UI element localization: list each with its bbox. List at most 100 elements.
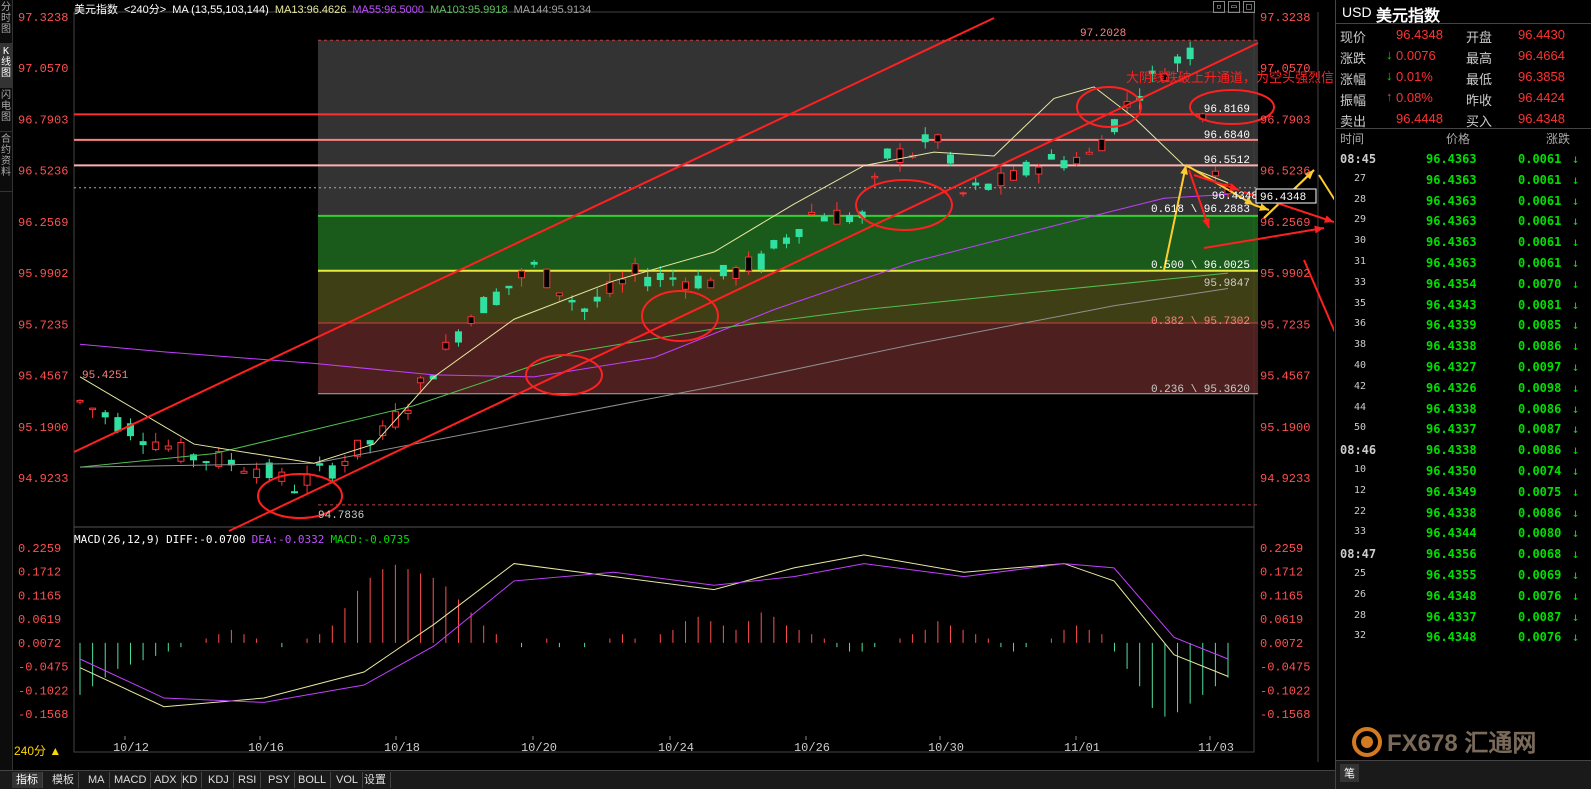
- macd-tick: -0.1568: [18, 708, 68, 722]
- candle-body: [101, 412, 109, 418]
- quote-header: USD 美元指数: [1336, 0, 1591, 25]
- tick-row[interactable]: 10 96.4350 0.0074 ↓: [1336, 462, 1591, 483]
- tab-macd[interactable]: MACD: [110, 772, 152, 788]
- minimize-icon[interactable]: ▫: [1213, 1, 1225, 13]
- tick-change: 0.0061: [1518, 256, 1562, 270]
- down-arrow-icon: ↓: [1572, 609, 1580, 624]
- tick-row[interactable]: 42 96.4326 0.0098 ↓: [1336, 379, 1591, 400]
- tick-row[interactable]: 28 96.4363 0.0061 ↓: [1336, 192, 1591, 213]
- tab-ma[interactable]: MA: [84, 772, 110, 788]
- price-tick: 95.7235: [1260, 318, 1310, 332]
- tick-row[interactable]: 40 96.4327 0.0097 ↓: [1336, 358, 1591, 379]
- maximize-icon[interactable]: □: [1243, 1, 1255, 13]
- price-tick: 97.3238: [1260, 11, 1310, 25]
- tick-row[interactable]: 08:45 96.4363 0.0061 ↓: [1336, 150, 1591, 171]
- candle-body: [505, 285, 513, 289]
- tick-change: 0.0086: [1518, 339, 1562, 354]
- tick-row[interactable]: 33 96.4344 0.0080 ↓: [1336, 524, 1591, 545]
- quote-label: 振幅: [1340, 93, 1367, 108]
- tick-price: 96.4348: [1426, 588, 1477, 603]
- tick-row[interactable]: 31 96.4363 0.0061 ↓: [1336, 254, 1591, 275]
- tab-indicator[interactable]: 指标: [12, 772, 43, 788]
- tick-price: 96.4348: [1426, 630, 1477, 645]
- tab-psy[interactable]: PSY: [264, 772, 296, 788]
- tick-time: 08:46: [1340, 443, 1377, 458]
- price-tick: 95.9902: [18, 267, 68, 281]
- tick-row[interactable]: 28 96.4337 0.0087 ↓: [1336, 608, 1591, 629]
- tick-row[interactable]: 44 96.4338 0.0086 ↓: [1336, 400, 1591, 421]
- price-tick: 95.4567: [18, 370, 68, 384]
- candle-body: [669, 277, 677, 280]
- tick-row[interactable]: 27 96.4363 0.0061 ↓: [1336, 171, 1591, 192]
- tick-row[interactable]: 29 96.4363 0.0061 ↓: [1336, 212, 1591, 233]
- tick-row[interactable]: 25 96.4355 0.0069 ↓: [1336, 566, 1591, 587]
- price-tick: 95.1900: [1260, 421, 1310, 435]
- tick-row[interactable]: 50 96.4337 0.0087 ↓: [1336, 420, 1591, 441]
- price-tick: 96.7903: [1260, 113, 1310, 127]
- tab-vol[interactable]: VOL: [332, 772, 364, 788]
- tick-time: 30: [1354, 235, 1367, 247]
- macd-label: MACD(26,12,9): [74, 533, 161, 546]
- candle-body: [656, 272, 664, 280]
- kline-chart[interactable]: 97.2028 94.7836 95.4251 96.4348 96.4348 96.81…: [14, 0, 1334, 762]
- tick-time: 12: [1354, 484, 1367, 496]
- tick-row[interactable]: 32 96.4348 0.0076 ↓: [1336, 628, 1591, 649]
- restore-icon[interactable]: ▭: [1228, 1, 1240, 13]
- tick-change: 0.0076: [1518, 588, 1562, 603]
- fib-level-label: 96.8169: [1204, 104, 1250, 116]
- macd-tick: -0.0475: [18, 661, 68, 675]
- candle-body: [76, 399, 84, 403]
- tick-row[interactable]: 08:47 96.4356 0.0068 ↓: [1336, 545, 1591, 566]
- tab-kdj[interactable]: KDJ: [204, 772, 234, 788]
- tab-template[interactable]: 模板: [48, 772, 79, 788]
- tick-time: 40: [1354, 360, 1367, 371]
- candle-body: [417, 377, 425, 384]
- macd-dea: DEA:-0.0332: [251, 533, 325, 546]
- tick-row[interactable]: 22 96.4338 0.0086 ↓: [1336, 504, 1591, 525]
- high-label: 97.2028: [1080, 28, 1126, 40]
- tick-price: 96.4338: [1426, 401, 1477, 416]
- candle-body: [820, 216, 828, 222]
- quote-value: 96.3858: [1518, 69, 1565, 84]
- tick-price: 96.4363: [1426, 256, 1477, 270]
- tab-rsi[interactable]: RSI: [234, 772, 262, 788]
- down-arrow-icon: ↓: [1572, 152, 1580, 166]
- tick-row[interactable]: 12 96.4349 0.0075 ↓: [1336, 483, 1591, 504]
- candle-body: [177, 441, 185, 462]
- quote-label: 最低: [1466, 72, 1493, 87]
- candle-body: [984, 183, 992, 190]
- tick-change: 0.0061: [1518, 214, 1562, 229]
- tab-flash[interactable]: 闪电图: [0, 88, 12, 132]
- candle-body: [682, 281, 690, 290]
- down-arrow-icon: ↓: [1386, 47, 1393, 62]
- tab-timeshare[interactable]: 分时图: [0, 0, 12, 44]
- symbol-name: 美元指数: [1376, 8, 1441, 25]
- tab-kd[interactable]: KD: [178, 772, 203, 788]
- tick-change: 0.0080: [1518, 526, 1562, 541]
- down-arrow-icon: ↓: [1572, 256, 1580, 270]
- down-arrow-icon: ↓: [1572, 214, 1580, 229]
- tick-row[interactable]: 30 96.4363 0.0061 ↓: [1336, 233, 1591, 254]
- tab-settings[interactable]: 设置: [360, 772, 391, 788]
- macd-tick: 0.2259: [18, 542, 61, 556]
- tick-row[interactable]: 36 96.4339 0.0085 ↓: [1336, 316, 1591, 337]
- chart-area[interactable]: 97.2028 94.7836 95.4251 96.4348 96.4348 96.81…: [14, 0, 1334, 762]
- candle-body: [921, 134, 929, 143]
- period-selector[interactable]: 240分 ▲: [14, 742, 61, 759]
- tick-row[interactable]: 38 96.4338 0.0086 ↓: [1336, 337, 1591, 358]
- tick-row[interactable]: 26 96.4348 0.0076 ↓: [1336, 587, 1591, 608]
- quote-value: 96.4348: [1396, 27, 1443, 42]
- tick-row[interactable]: 33 96.4354 0.0070 ↓: [1336, 275, 1591, 296]
- price-tick: 94.9233: [18, 472, 68, 486]
- candle-body: [694, 275, 702, 289]
- tab-ticks[interactable]: 笔: [1340, 764, 1359, 782]
- tab-adx[interactable]: ADX: [150, 772, 182, 788]
- tab-contract-info[interactable]: 合约资料: [0, 132, 12, 192]
- candle-body: [1073, 156, 1081, 165]
- tab-kline[interactable]: K线图: [0, 44, 12, 88]
- tick-row[interactable]: 35 96.4343 0.0081 ↓: [1336, 296, 1591, 317]
- tick-row[interactable]: 08:46 96.4338 0.0086 ↓: [1336, 441, 1591, 462]
- fib-level-label: 0.618 \ 96.2883: [1151, 204, 1250, 216]
- down-arrow-icon: ↓: [1572, 443, 1580, 458]
- tab-boll[interactable]: BOLL: [294, 772, 332, 788]
